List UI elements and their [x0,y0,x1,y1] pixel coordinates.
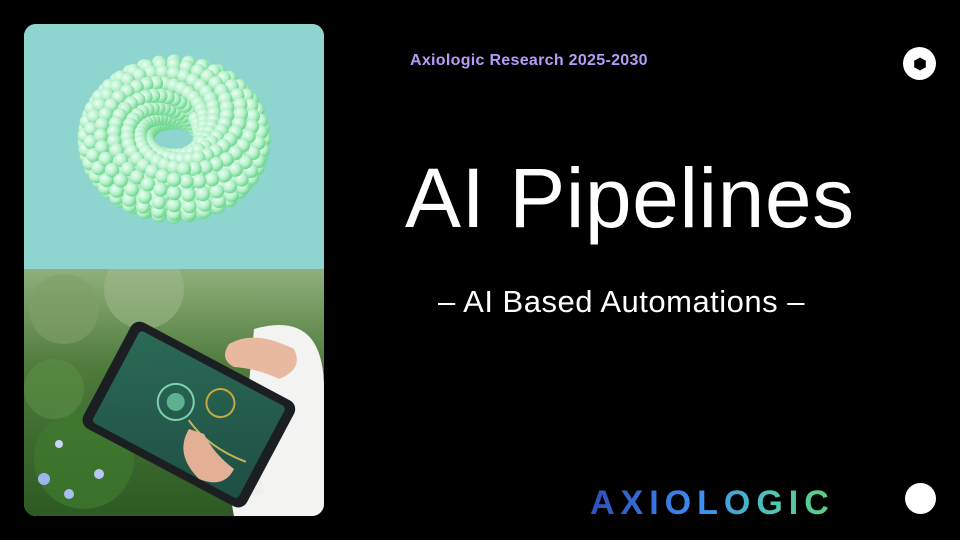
sphere [192,174,207,189]
logo-dot [905,483,936,514]
eyebrow-text: Axiologic Research 2025-2030 [410,52,648,69]
sphere [166,172,182,187]
slide-title: AI Pipelines [405,151,855,245]
sphere [151,194,167,210]
sphere [166,185,182,201]
sphere [204,172,220,187]
brand-logo: AXIOLOGIC [590,480,890,524]
abstract-3d-image [24,24,324,269]
sphere [179,174,194,189]
sphere [176,161,192,176]
logo-text: AXIOLOGIC [590,484,835,522]
sphere [195,186,210,202]
slide-subtitle: – AI Based Automations – [438,284,806,319]
tablet-photo [24,269,324,516]
sphere [181,187,196,202]
image-panel [24,24,324,516]
sphere [153,182,168,197]
axiologic-logo-icon: AXIOLOGIC [590,484,835,522]
hexagon-icon [913,57,926,70]
sphere [140,176,156,192]
sphere [137,189,152,204]
corner-badge [903,47,936,80]
